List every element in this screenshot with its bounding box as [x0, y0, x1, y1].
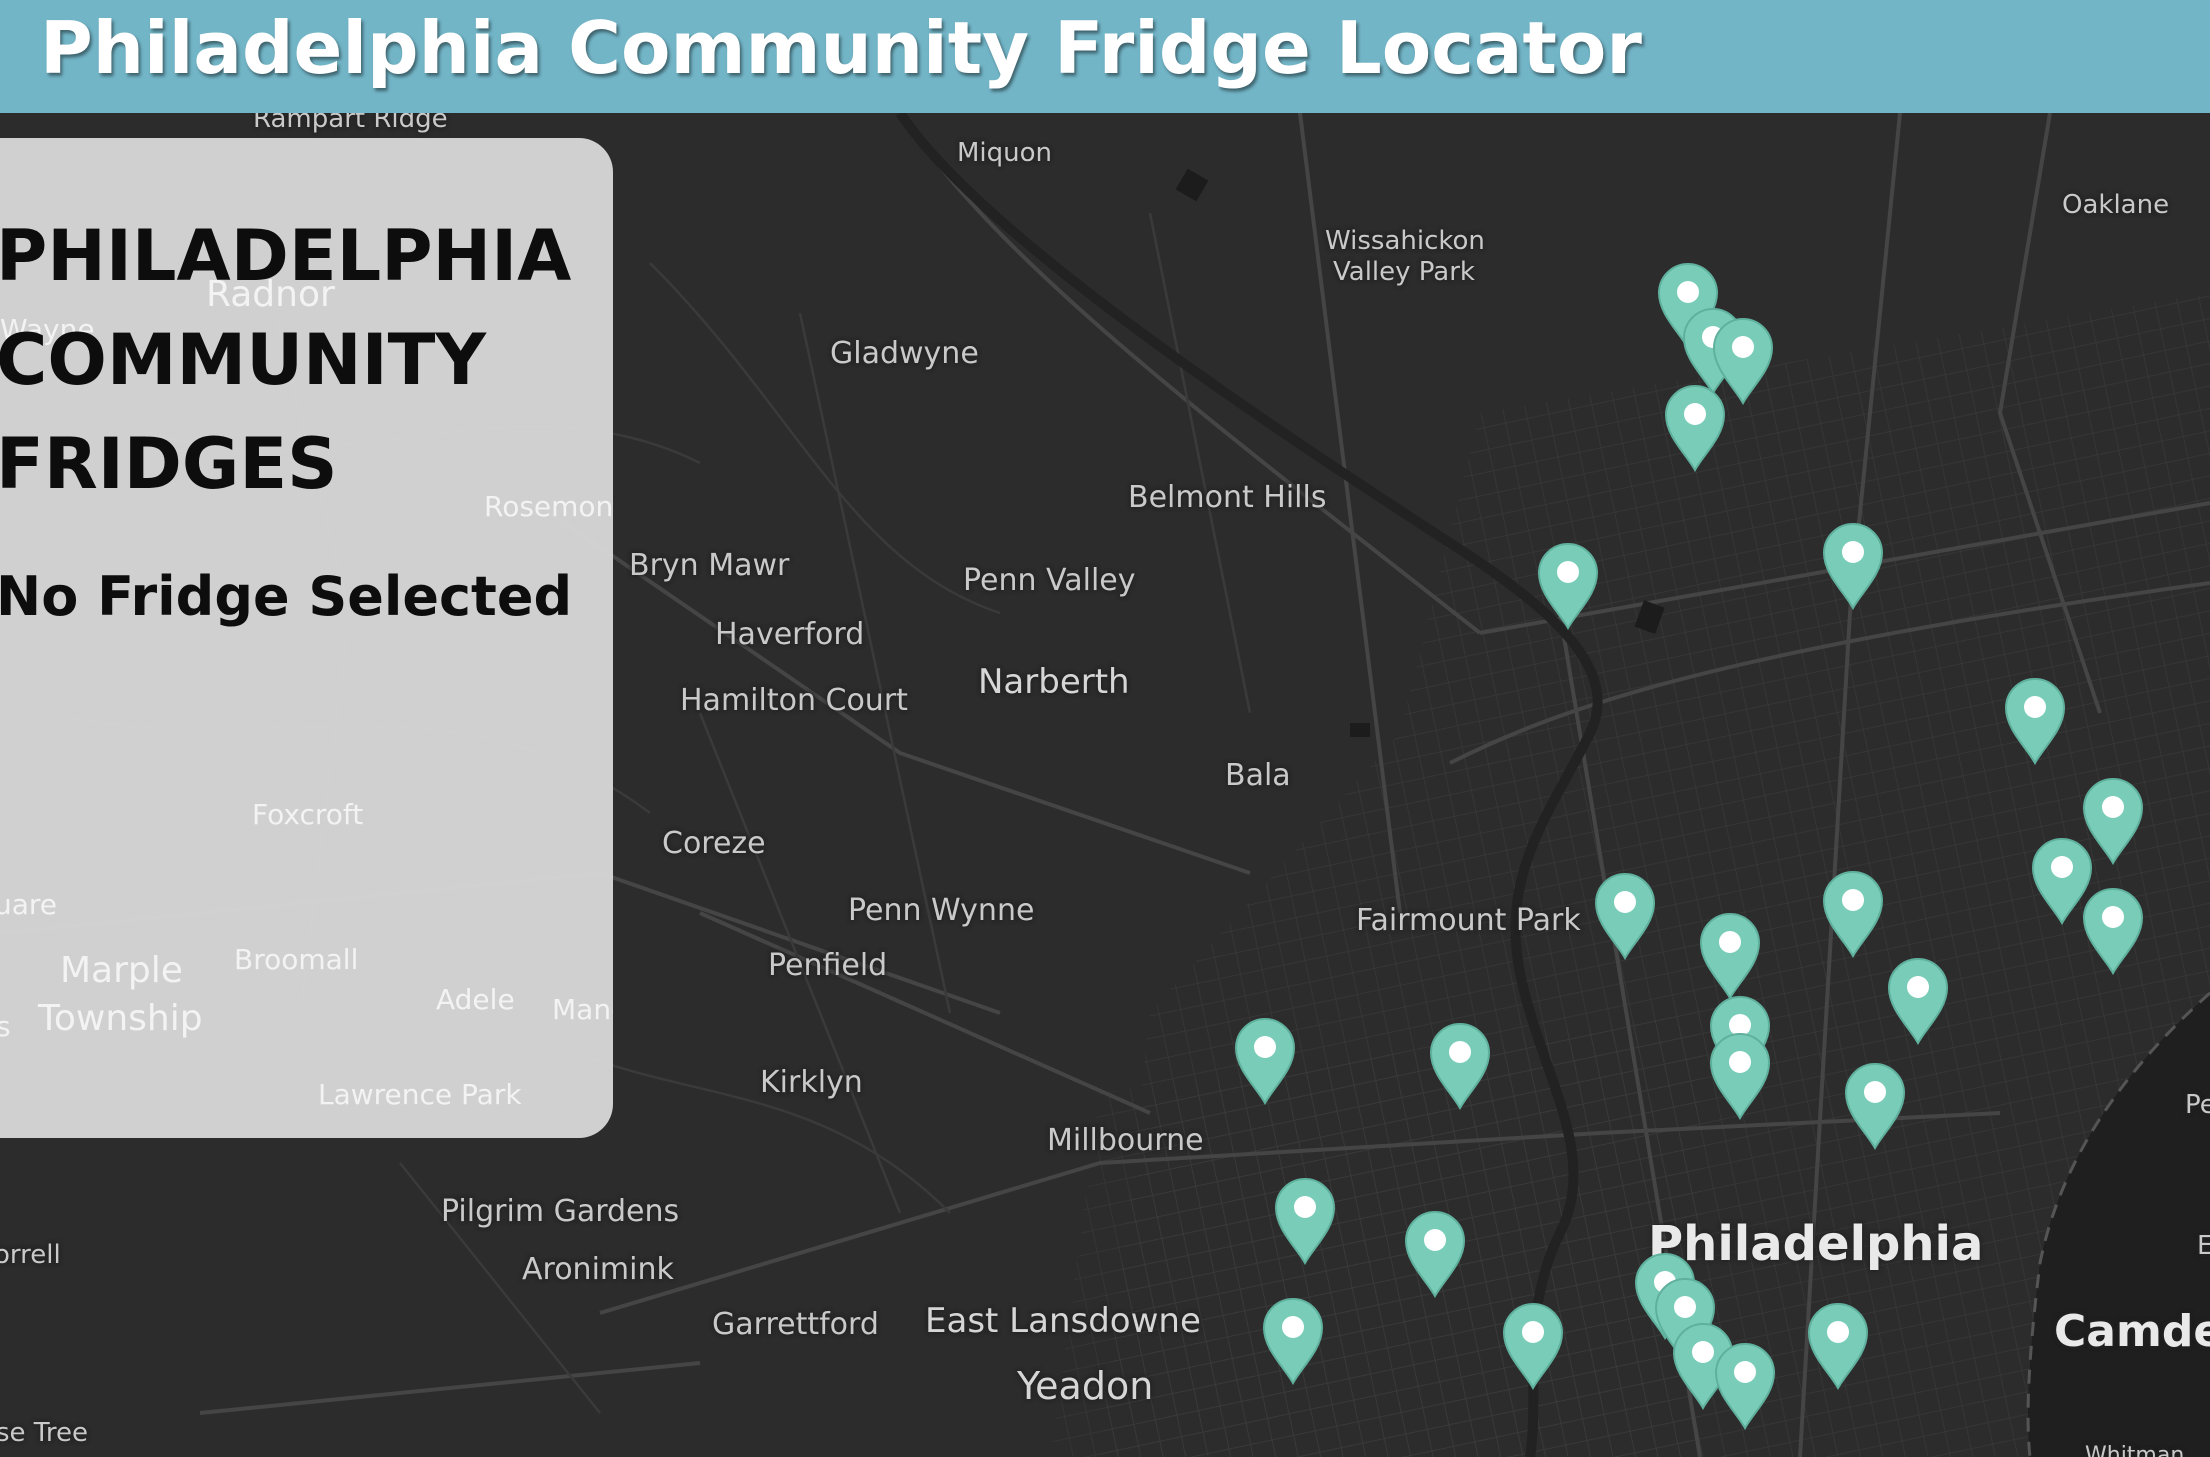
fridge-marker-icon[interactable]: [2002, 675, 2068, 765]
place-label: Haverford: [715, 617, 865, 652]
fridge-marker-icon[interactable]: [1535, 540, 1601, 630]
place-label: Kirklyn: [760, 1065, 863, 1100]
place-label: Penn Valley: [963, 563, 1136, 598]
place-label: Miquon: [957, 138, 1053, 168]
place-label: Whitman: [2085, 1443, 2185, 1457]
fridge-marker-icon[interactable]: [1427, 1020, 1493, 1110]
fridge-marker-icon[interactable]: [1885, 955, 1951, 1045]
place-label: Penn Wynne: [848, 893, 1035, 928]
place-label: Fairmount Park: [1356, 903, 1581, 938]
panel-title: PHILADELPHIA COMMUNITY FRIDGES: [0, 215, 572, 505]
fridge-marker-icon[interactable]: [1232, 1015, 1298, 1105]
place-label: E: [2197, 1231, 2210, 1261]
place-label: Broomall: [234, 943, 359, 976]
selected-fridge-status: No Fridge Selected: [0, 565, 573, 628]
fridge-marker-icon[interactable]: [1707, 1030, 1773, 1120]
fridge-marker-icon[interactable]: [1260, 1295, 1326, 1385]
place-label: Aronimink: [522, 1252, 674, 1287]
place-label: Gladwyne: [830, 336, 979, 371]
app-title: Philadelphia Community Fridge Locator: [40, 6, 1642, 90]
place-label: uare: [0, 888, 58, 921]
place-label: Valley Park: [1333, 257, 1475, 287]
place-label: se Tree: [0, 1418, 88, 1448]
place-label: orrell: [0, 1240, 61, 1270]
place-label: Pilgrim Gardens: [441, 1194, 680, 1229]
fridge-marker-icon[interactable]: [1820, 520, 1886, 610]
place-label: Millbourne: [1047, 1123, 1204, 1158]
place-label: Wissahickon: [1325, 226, 1485, 256]
place-label: Marple: [60, 950, 183, 991]
place-label: Coreze: [662, 826, 766, 861]
place-label: Adele: [436, 983, 515, 1016]
place-label: Belmont Hills: [1128, 480, 1327, 515]
fridge-marker-icon[interactable]: [1402, 1208, 1468, 1298]
place-label: East Lansdowne: [925, 1301, 1201, 1341]
place-label: s: [0, 1010, 11, 1043]
fridge-marker-icon[interactable]: [1842, 1060, 1908, 1150]
fridge-marker-icon[interactable]: [1662, 382, 1728, 472]
place-label: Manoa: [552, 993, 613, 1026]
place-label: Township: [38, 998, 203, 1039]
fridge-marker-icon[interactable]: [1712, 1340, 1778, 1430]
fridge-marker-icon[interactable]: [2080, 885, 2146, 975]
info-panel: Wayne Radnor Rosemont Foxcroft uare Marp…: [0, 138, 613, 1138]
fridge-marker-icon[interactable]: [1500, 1300, 1566, 1390]
fridge-marker-icon[interactable]: [1820, 868, 1886, 958]
place-label: Rampart Ridge: [253, 113, 448, 134]
place-label-city: Camden: [2054, 1306, 2210, 1357]
fridge-marker-icon[interactable]: [1272, 1175, 1338, 1265]
app-header: Philadelphia Community Fridge Locator: [0, 0, 2210, 113]
place-label: Garrettford: [712, 1307, 879, 1342]
place-label: Hamilton Court: [680, 683, 908, 718]
place-label: Pe: [2185, 1090, 2210, 1120]
place-label: Bryn Mawr: [629, 548, 790, 583]
place-label-city: Philadelphia: [1648, 1216, 1984, 1272]
place-label: Bala: [1225, 758, 1291, 793]
place-label: Oaklane: [2062, 190, 2170, 220]
place-label: Foxcroft: [252, 798, 364, 831]
place-label: Narberth: [978, 662, 1130, 702]
place-label: Lawrence Park: [318, 1078, 522, 1111]
place-label: Yeadon: [1017, 1364, 1154, 1408]
place-label: Penfield: [768, 948, 888, 983]
fridge-marker-icon[interactable]: [1805, 1300, 1871, 1390]
fridge-marker-icon[interactable]: [1697, 910, 1763, 1000]
fridge-marker-icon[interactable]: [1592, 870, 1658, 960]
